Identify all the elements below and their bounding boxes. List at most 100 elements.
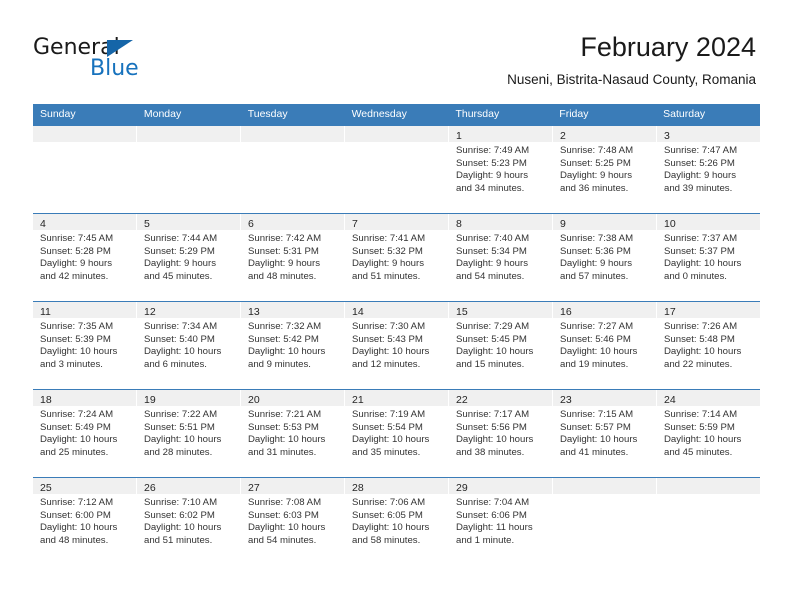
day-number-band [33, 126, 136, 142]
weekday-header-friday: Friday [559, 108, 589, 120]
daylight-duration-line-1: Daylight: 10 hours [664, 258, 742, 270]
sunrise-time: Sunrise: 7:34 AM [144, 321, 218, 332]
day-number: 1 [456, 130, 462, 142]
day-cell[interactable]: 7 Sunrise: 7:41 AM Sunset: 5:32 PM Daylight… [345, 214, 449, 301]
day-cell[interactable]: 24 Sunrise: 7:14 AM Sunset: 5:59 PM Dayligh… [657, 390, 760, 477]
day-info: Sunrise: 7:37 AM Sunset: 5:37 PM Daylight:… [657, 230, 760, 283]
day-cell[interactable]: 14 Sunrise: 7:30 AM Sunset: 5:43 PM Dayligh… [345, 302, 449, 389]
sunrise-time: Sunrise: 7:27 AM [560, 321, 634, 332]
sunset-time: Sunset: 5:54 PM [352, 421, 423, 433]
day-cell[interactable]: 11 Sunrise: 7:35 AM Sunset: 5:39 PM Dayligh… [33, 302, 137, 389]
day-info: Sunrise: 7:12 AM Sunset: 6:00 PM Daylight:… [33, 494, 136, 547]
day-number: 9 [560, 218, 566, 230]
sunset-time: Sunset: 5:28 PM [40, 245, 111, 257]
sunset-time: Sunset: 5:46 PM [560, 333, 631, 345]
day-cell[interactable]: 26 Sunrise: 7:10 AM Sunset: 6:02 PM Dayligh… [137, 478, 241, 563]
daylight-duration-line-1: Daylight: 10 hours [352, 346, 430, 358]
daylight-duration-line-1: Daylight: 10 hours [144, 434, 222, 446]
day-cell[interactable]: 2 Sunrise: 7:48 AM Sunset: 5:25 PM Daylight… [553, 126, 657, 213]
daylight-duration-line-1: Daylight: 9 hours [248, 258, 320, 270]
day-cell[interactable]: 25 Sunrise: 7:12 AM Sunset: 6:00 PM Dayligh… [33, 478, 137, 563]
day-number-band: 16 [553, 302, 656, 318]
day-cell[interactable]: 12 Sunrise: 7:34 AM Sunset: 5:40 PM Dayligh… [137, 302, 241, 389]
day-cell[interactable]: 15 Sunrise: 7:29 AM Sunset: 5:45 PM Dayligh… [449, 302, 553, 389]
day-cell[interactable]: 19 Sunrise: 7:22 AM Sunset: 5:51 PM Dayligh… [137, 390, 241, 477]
daylight-duration-line-1: Daylight: 10 hours [352, 434, 430, 446]
sunset-time: Sunset: 5:45 PM [456, 333, 527, 345]
day-number: 7 [352, 218, 358, 230]
sunrise-time: Sunrise: 7:10 AM [144, 497, 218, 508]
day-number-band: 15 [449, 302, 552, 318]
sunset-time: Sunset: 5:42 PM [248, 333, 319, 345]
daylight-duration-line-1: Daylight: 9 hours [456, 170, 528, 182]
day-info: Sunrise: 7:04 AM Sunset: 6:06 PM Daylight:… [449, 494, 552, 547]
sunset-time: Sunset: 5:57 PM [560, 421, 631, 433]
day-number: 13 [248, 306, 260, 318]
day-cell[interactable]: 29 Sunrise: 7:04 AM Sunset: 6:06 PM Dayligh… [449, 478, 553, 563]
sunrise-time: Sunrise: 7:29 AM [456, 321, 530, 332]
sunset-time: Sunset: 5:39 PM [40, 333, 111, 345]
day-cell[interactable]: 16 Sunrise: 7:27 AM Sunset: 5:46 PM Dayligh… [553, 302, 657, 389]
sunset-time: Sunset: 5:59 PM [664, 421, 735, 433]
day-cell[interactable]: 28 Sunrise: 7:06 AM Sunset: 6:05 PM Dayligh… [345, 478, 449, 563]
day-number-band: 29 [449, 478, 552, 494]
day-info: Sunrise: 7:24 AM Sunset: 5:49 PM Daylight:… [33, 406, 136, 459]
sunset-time: Sunset: 5:23 PM [456, 157, 527, 169]
day-number-band [657, 478, 760, 494]
day-cell[interactable]: 4 Sunrise: 7:45 AM Sunset: 5:28 PM Daylight… [33, 214, 137, 301]
day-cell[interactable]: 23 Sunrise: 7:15 AM Sunset: 5:57 PM Dayligh… [553, 390, 657, 477]
day-cell[interactable]: 3 Sunrise: 7:47 AM Sunset: 5:26 PM Daylight… [657, 126, 760, 213]
sunset-time: Sunset: 5:48 PM [664, 333, 735, 345]
day-info: Sunrise: 7:32 AM Sunset: 5:42 PM Daylight:… [241, 318, 344, 371]
daylight-duration-line-1: Daylight: 10 hours [248, 434, 326, 446]
day-cell[interactable]: 18 Sunrise: 7:24 AM Sunset: 5:49 PM Dayligh… [33, 390, 137, 477]
day-cell[interactable]: 21 Sunrise: 7:19 AM Sunset: 5:54 PM Dayligh… [345, 390, 449, 477]
day-cell[interactable]: 13 Sunrise: 7:32 AM Sunset: 5:42 PM Dayligh… [241, 302, 345, 389]
daylight-duration-line-1: Daylight: 9 hours [560, 170, 632, 182]
day-number-band: 8 [449, 214, 552, 230]
day-info: Sunrise: 7:34 AM Sunset: 5:40 PM Daylight:… [137, 318, 240, 371]
day-number-band: 2 [553, 126, 656, 142]
title-block: February 2024 Nuseni, Bistrita-Nasaud Co… [507, 31, 756, 88]
day-cell[interactable]: 20 Sunrise: 7:21 AM Sunset: 5:53 PM Dayligh… [241, 390, 345, 477]
daylight-duration-line-1: Daylight: 10 hours [456, 346, 534, 358]
sunrise-time: Sunrise: 7:30 AM [352, 321, 426, 332]
day-number: 14 [352, 306, 364, 318]
sunset-time: Sunset: 5:34 PM [456, 245, 527, 257]
calendar-weeks: 1 Sunrise: 7:49 AM Sunset: 5:23 PM Daylight… [33, 125, 760, 563]
daylight-duration-line-2: and 54 minutes. [456, 270, 525, 282]
day-number-band: 17 [657, 302, 760, 318]
day-cell[interactable]: 10 Sunrise: 7:37 AM Sunset: 5:37 PM Dayligh… [657, 214, 760, 301]
sunrise-time: Sunrise: 7:41 AM [352, 233, 426, 244]
day-number: 28 [352, 482, 364, 494]
day-cell[interactable]: 8 Sunrise: 7:40 AM Sunset: 5:34 PM Daylight… [449, 214, 553, 301]
day-info: Sunrise: 7:21 AM Sunset: 5:53 PM Daylight:… [241, 406, 344, 459]
day-number: 16 [560, 306, 572, 318]
day-cell[interactable]: 1 Sunrise: 7:49 AM Sunset: 5:23 PM Daylight… [449, 126, 553, 213]
daylight-duration-line-2: and 1 minute. [456, 534, 515, 546]
sunset-time: Sunset: 6:03 PM [248, 509, 319, 521]
day-cell[interactable]: 5 Sunrise: 7:44 AM Sunset: 5:29 PM Daylight… [137, 214, 241, 301]
sunrise-time: Sunrise: 7:32 AM [248, 321, 322, 332]
sunset-time: Sunset: 5:53 PM [248, 421, 319, 433]
sunrise-time: Sunrise: 7:19 AM [352, 409, 426, 420]
daylight-duration-line-1: Daylight: 9 hours [352, 258, 424, 270]
day-cell[interactable]: 17 Sunrise: 7:26 AM Sunset: 5:48 PM Dayligh… [657, 302, 760, 389]
sunrise-time: Sunrise: 7:21 AM [248, 409, 322, 420]
day-number-band: 27 [241, 478, 344, 494]
day-number-band: 18 [33, 390, 136, 406]
day-number-band: 12 [137, 302, 240, 318]
day-cell[interactable]: 27 Sunrise: 7:08 AM Sunset: 6:03 PM Dayligh… [241, 478, 345, 563]
day-number-band: 6 [241, 214, 344, 230]
day-cell[interactable]: 6 Sunrise: 7:42 AM Sunset: 5:31 PM Daylight… [241, 214, 345, 301]
weekday-header-saturday: Saturday [663, 108, 706, 120]
daylight-duration-line-1: Daylight: 10 hours [40, 522, 118, 534]
daylight-duration-line-2: and 31 minutes. [248, 446, 317, 458]
sunrise-time: Sunrise: 7:38 AM [560, 233, 634, 244]
day-cell[interactable]: 22 Sunrise: 7:17 AM Sunset: 5:56 PM Dayligh… [449, 390, 553, 477]
day-number-band: 1 [449, 126, 552, 142]
daylight-duration-line-2: and 36 minutes. [560, 182, 629, 194]
sunset-time: Sunset: 5:43 PM [352, 333, 423, 345]
sunrise-time: Sunrise: 7:45 AM [40, 233, 114, 244]
day-cell[interactable]: 9 Sunrise: 7:38 AM Sunset: 5:36 PM Daylight… [553, 214, 657, 301]
